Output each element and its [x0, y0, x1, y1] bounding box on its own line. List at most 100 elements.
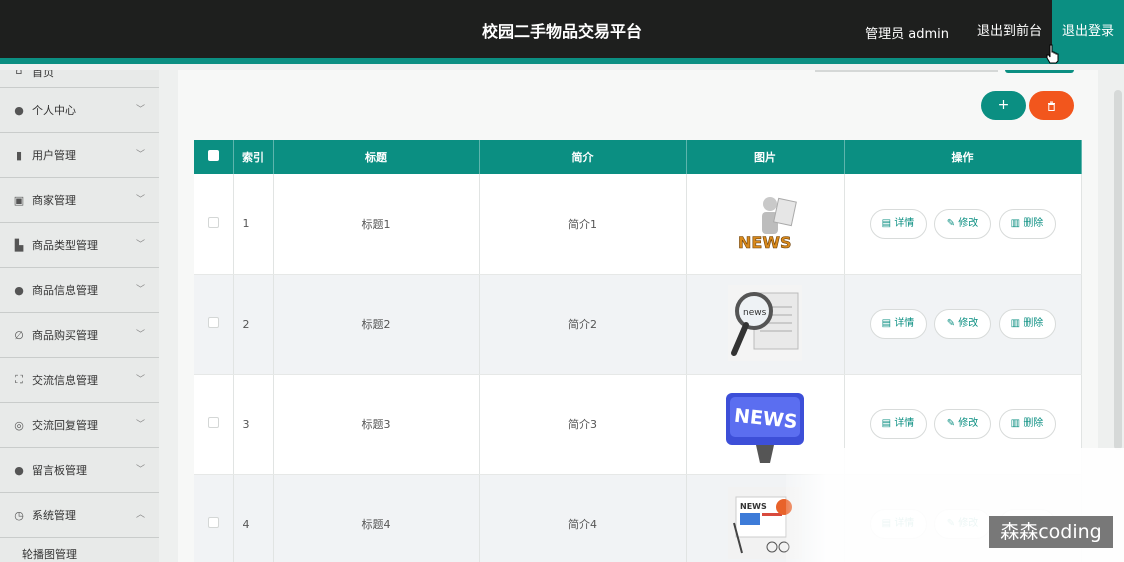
sidebar-item-label: 商品购买管理	[32, 329, 98, 342]
no-icon: ∅	[14, 328, 24, 342]
sidebar-item-system[interactable]: ◷ 系统管理 ︿	[0, 493, 159, 538]
sidebar-item-label: 商家管理	[32, 194, 76, 207]
bar-chart-icon: ▮	[15, 148, 23, 162]
edit-label: 修改	[958, 217, 979, 229]
user-icon: ●	[14, 283, 24, 297]
row-intro: 简介4	[479, 474, 687, 562]
back-to-front-link[interactable]: 退出到前台	[967, 0, 1052, 64]
edit-button[interactable]: ✎ 修改	[934, 409, 991, 439]
sidebar-item-label: 交流信息管理	[32, 374, 98, 387]
row-index: 3	[233, 374, 274, 475]
row-intro: 简介3	[479, 374, 687, 475]
select-all-header[interactable]	[194, 140, 234, 174]
sidebar-item-label: 个人中心	[32, 104, 76, 117]
add-button[interactable]: +	[981, 91, 1026, 120]
sidebar-item-purchases[interactable]: ∅ 商品购买管理 ﹀	[0, 313, 159, 358]
column-header: 标题	[273, 140, 480, 174]
admin-label: 管理员 admin	[865, 26, 949, 42]
sidebar: ⌂ 首页 ● 个人中心 ﹀ ▮ 用户管理 ﹀ ▣ 商家管理 ﹀ ▙ 商品类型管理…	[0, 70, 159, 562]
chevron-down-icon: ﹀	[135, 330, 145, 340]
top-bar: 校园二手物品交易平台 管理员 admin 退出到前台 退出登录	[0, 0, 1124, 64]
news-man-image: NEWS	[738, 197, 797, 253]
sidebar-item-label: 首页	[32, 70, 54, 79]
sidebar-item-exchange-replies[interactable]: ◎ 交流回复管理 ﹀	[0, 403, 159, 448]
home-icon: ⌂	[15, 70, 23, 77]
hand-cursor-icon	[1046, 44, 1059, 64]
detail-label: 详情	[894, 217, 915, 229]
watermark: 森森coding	[989, 516, 1113, 548]
chevron-down-icon: ﹀	[135, 150, 145, 160]
trash-icon: ▥	[1010, 318, 1024, 329]
row-actions: ▤ 详情 ✎ 修改 ▥ 删除	[844, 274, 1082, 375]
pencil-icon: ✎	[946, 418, 959, 429]
sidebar-item-product-types[interactable]: ▙ 商品类型管理 ﹀	[0, 223, 159, 268]
sidebar-subitem-carousel[interactable]: 轮播图管理	[0, 538, 159, 561]
row-index: 4	[233, 474, 274, 562]
batch-delete-button[interactable]	[1029, 91, 1074, 120]
row-title: 标题3	[273, 374, 480, 475]
chevron-down-icon: ﹀	[135, 240, 145, 250]
trash-icon: ▥	[1010, 418, 1024, 429]
sidebar-item-merchants[interactable]: ▣ 商家管理 ﹀	[0, 178, 159, 223]
row-checkbox[interactable]	[207, 317, 219, 328]
sidebar-item-exchange-info[interactable]: ⛶ 交流信息管理 ﹀	[0, 358, 159, 403]
sidebar-item-home[interactable]: ⌂ 首页	[0, 70, 159, 88]
delete-label: 删除	[1023, 418, 1044, 429]
delete-button[interactable]: ▥ 删除	[998, 309, 1056, 339]
sidebar-item-users[interactable]: ▮ 用户管理 ﹀	[0, 133, 159, 178]
search-input[interactable]	[815, 70, 998, 72]
sidebar-item-products[interactable]: ● 商品信息管理 ﹀	[0, 268, 159, 313]
detail-button[interactable]: ▤ 详情	[869, 409, 927, 439]
clipboard-icon: ▣	[13, 193, 25, 207]
sidebar-item-label: 用户管理	[32, 149, 76, 162]
row-checkbox[interactable]	[207, 216, 219, 228]
svg-text:NEWS: NEWS	[740, 502, 767, 511]
row-checkbox-cell[interactable]	[194, 374, 234, 475]
row-title: 标题4	[273, 474, 480, 562]
chevron-down-icon: ﹀	[135, 285, 145, 295]
sidebar-item-label: 留言板管理	[32, 464, 87, 477]
delete-label: 删除	[1023, 318, 1044, 329]
column-header: 简介	[479, 140, 687, 174]
row-actions: ▤ 详情 ✎ 修改 ▥ 删除	[844, 174, 1082, 275]
row-title: 标题1	[273, 174, 480, 275]
thumbs-up-icon: ▙	[14, 238, 24, 252]
detail-button[interactable]: ▤ 详情	[869, 208, 927, 239]
header-actions: 管理员 admin 退出到前台 退出登录	[865, 0, 1124, 64]
row-checkbox-cell[interactable]	[194, 174, 234, 275]
row-image-cell: news	[686, 274, 845, 375]
sidebar-item-message-board[interactable]: ● 留言板管理 ﹀	[0, 448, 159, 493]
search-button[interactable]	[1005, 70, 1074, 73]
select-all-checkbox[interactable]	[207, 150, 219, 161]
lightbulb-icon: ●	[14, 463, 24, 477]
column-header: 索引	[233, 140, 274, 174]
row-checkbox[interactable]	[207, 517, 219, 528]
edit-button[interactable]: ✎ 修改	[934, 208, 991, 239]
document-icon: ▤	[881, 217, 895, 229]
table-header-row: 索引 标题 简介 图片 操作	[194, 140, 1082, 174]
pencil-icon: ✎	[946, 318, 959, 329]
svg-text:NEWS: NEWS	[738, 233, 792, 252]
table-row: 2 标题2 简介2 news ▤ 详情 ✎ 修改 ▥ 删除	[194, 274, 1082, 375]
detail-button[interactable]: ▤ 详情	[869, 309, 927, 339]
logout-link[interactable]: 退出登录	[1051, 0, 1124, 64]
edit-button[interactable]: ✎ 修改	[934, 309, 991, 339]
chevron-down-icon: ﹀	[135, 105, 145, 115]
svg-text:news: news	[743, 308, 767, 318]
vertical-scrollbar[interactable]	[1114, 90, 1122, 450]
detail-label: 详情	[894, 418, 915, 429]
edit-label: 修改	[958, 318, 979, 329]
row-checkbox-cell[interactable]	[194, 274, 234, 375]
chevron-down-icon: ﹀	[135, 420, 145, 430]
sidebar-item-label: 系统管理	[32, 509, 76, 522]
chevron-down-icon: ﹀	[135, 375, 145, 385]
sidebar-item-profile[interactable]: ● 个人中心 ﹀	[0, 88, 159, 133]
delete-button[interactable]: ▥ 删除	[998, 208, 1056, 239]
row-intro: 简介2	[479, 274, 687, 375]
row-image-cell: NEWS	[686, 174, 845, 275]
row-checkbox-cell[interactable]	[194, 474, 234, 562]
delete-button[interactable]: ▥ 删除	[998, 409, 1056, 439]
row-checkbox[interactable]	[207, 417, 219, 428]
document-icon: ▤	[881, 418, 895, 429]
trash-icon	[1048, 101, 1055, 111]
